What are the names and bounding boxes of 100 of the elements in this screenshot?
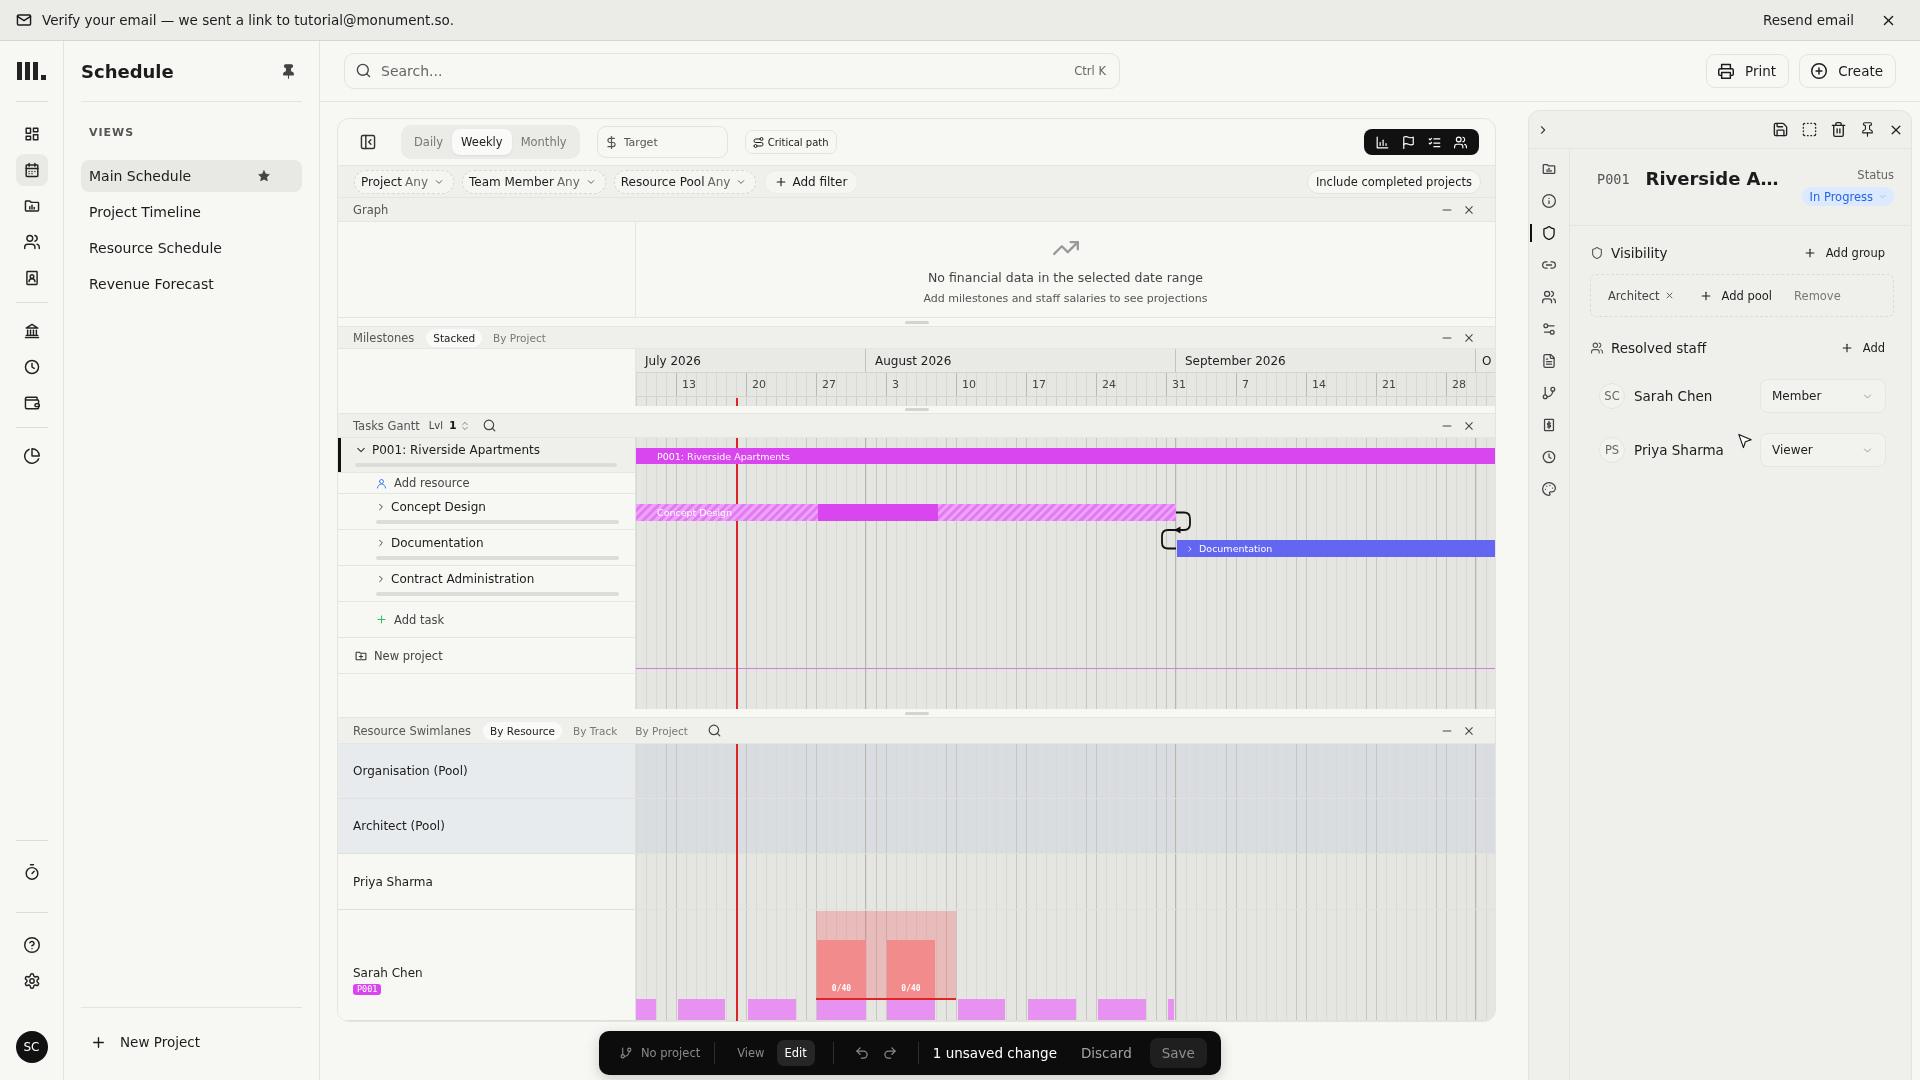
chevron-right-icon[interactable] [376,537,386,548]
week-label: 3 [892,378,899,391]
settings-icon [23,973,40,989]
calendar-icon [23,162,40,178]
remove-icon[interactable] [1664,291,1674,300]
users-icon[interactable] [1454,135,1467,149]
mode-tab[interactable]: Edit [776,1040,815,1066]
logo-icon[interactable] [17,62,46,80]
sidebar-item[interactable]: Resource Schedule [81,232,302,264]
nav-button[interactable] [15,154,48,186]
add-resource-link[interactable]: Add resource [376,476,635,490]
trash-icon[interactable] [1831,122,1846,137]
chevron-right-icon[interactable] [376,501,386,512]
group-label: Architect [1608,288,1660,303]
sidebar-title: Schedule [81,60,174,82]
project-picker[interactable]: No project [620,1046,701,1060]
plus-circle-icon [1811,63,1828,79]
remove-button[interactable]: Remove [1794,288,1841,303]
add-group-button[interactable]: Add group [1797,246,1894,260]
empty-state-hint: Add milestones and staff salaries to see projections [923,291,1208,305]
link-icon [1542,258,1556,272]
create-button[interactable]: Create [1799,54,1896,88]
save-button[interactable]: Save [1149,1038,1207,1068]
mode-tab[interactable]: By Track [566,721,625,740]
discard-button[interactable]: Discard [1070,1045,1142,1061]
undo-icon[interactable] [854,1046,869,1060]
initials-avatar: SC [1599,383,1625,409]
mail-icon [16,12,32,28]
role-select[interactable]: Viewer [1760,433,1886,467]
new-project-link[interactable]: New project [355,648,635,663]
chevron-right-icon[interactable] [376,573,386,584]
mode-tab[interactable]: By Project [486,328,553,347]
grid-icon [23,126,40,142]
close-icon[interactable] [1463,331,1475,344]
mode-tab[interactable]: Stacked [426,328,483,347]
include-completed-toggle[interactable]: Include completed projects [1306,169,1481,194]
pin-icon[interactable] [1860,122,1875,137]
sidebar-item[interactable]: Project Timeline [81,196,302,228]
save-icon[interactable] [1773,122,1788,137]
search-icon[interactable] [707,724,721,737]
add-task-link[interactable]: Add task [376,612,635,627]
new-project-button[interactable]: New Project [91,1034,200,1050]
week-label: 13 [682,378,696,391]
print-button[interactable]: Print [1706,54,1790,88]
redo-icon[interactable] [882,1046,897,1060]
gantt-bar[interactable]: Documentation [1177,540,1495,557]
section-title: Resource Swimlanes [353,723,472,738]
add-staff-button[interactable]: Add [1834,341,1894,355]
close-icon[interactable] [1463,724,1475,737]
swimlane-label: Architect (Pool) [353,819,445,833]
today-marker [736,398,738,406]
close-icon[interactable] [1463,203,1475,216]
week-label: 20 [752,378,766,391]
search-icon [356,63,371,78]
mode-tab[interactable]: By Project [628,721,695,740]
flag-icon[interactable] [1402,135,1415,149]
tree-row[interactable]: P001: Riverside Apartments [338,438,636,473]
week-label: 17 [1032,378,1046,391]
week-label: 28 [1452,378,1466,391]
timer-icon [23,864,40,880]
plus-icon [376,614,387,625]
branch-icon [620,1047,632,1059]
task-label: Documentation [391,535,484,550]
plus-icon [1840,342,1853,354]
sidebar-item[interactable]: Main Schedule [81,160,302,192]
resize-handle[interactable] [904,711,929,715]
staff-name: Priya Sharma [1634,442,1724,458]
mode-tab[interactable]: By Resource [483,721,563,740]
search-icon[interactable] [482,419,496,432]
dashed-square-icon[interactable] [1802,122,1817,137]
week-label: 31 [1172,378,1186,391]
filter-dropdown[interactable]: Team Member Any [462,169,606,194]
bar-chart-icon[interactable] [1376,135,1389,149]
plus-icon [1699,289,1712,302]
role-select[interactable]: Member [1760,379,1886,413]
folder-chart-icon [1542,162,1556,176]
week-label: 27 [822,378,836,391]
range-tab[interactable]: Daily [405,129,453,155]
target-field[interactable]: Target [596,126,728,158]
critical-path-button[interactable]: Critical path [744,130,837,154]
mode-tab[interactable]: View [729,1040,773,1066]
section-heading: VIEWS [88,125,136,140]
filter-dropdown[interactable]: Project Any [354,169,454,194]
sidebar-item[interactable]: Revenue Forecast [81,268,302,300]
filter-dropdown[interactable]: Resource Pool Any [613,169,757,194]
panel-toggle-icon[interactable] [360,134,376,150]
resend-email-link[interactable]: Resend email [1762,12,1854,28]
task-label: Contract Administration [391,571,535,586]
status-dropdown[interactable]: In Progress [1801,187,1894,206]
checklist-icon[interactable] [1428,135,1441,149]
user-avatar[interactable]: SC [15,1031,48,1063]
add-filter-button[interactable]: Add filter [764,169,859,194]
pin-icon[interactable] [281,63,296,79]
close-icon[interactable] [1463,419,1475,432]
add-pool-button[interactable]: Add pool [1699,288,1773,303]
range-tab[interactable]: Weekly [452,129,512,155]
range-tab[interactable]: Monthly [511,129,576,155]
resize-handle[interactable] [904,408,929,411]
swimlane-label: Organisation (Pool) [353,764,468,778]
resize-handle[interactable] [904,320,929,324]
